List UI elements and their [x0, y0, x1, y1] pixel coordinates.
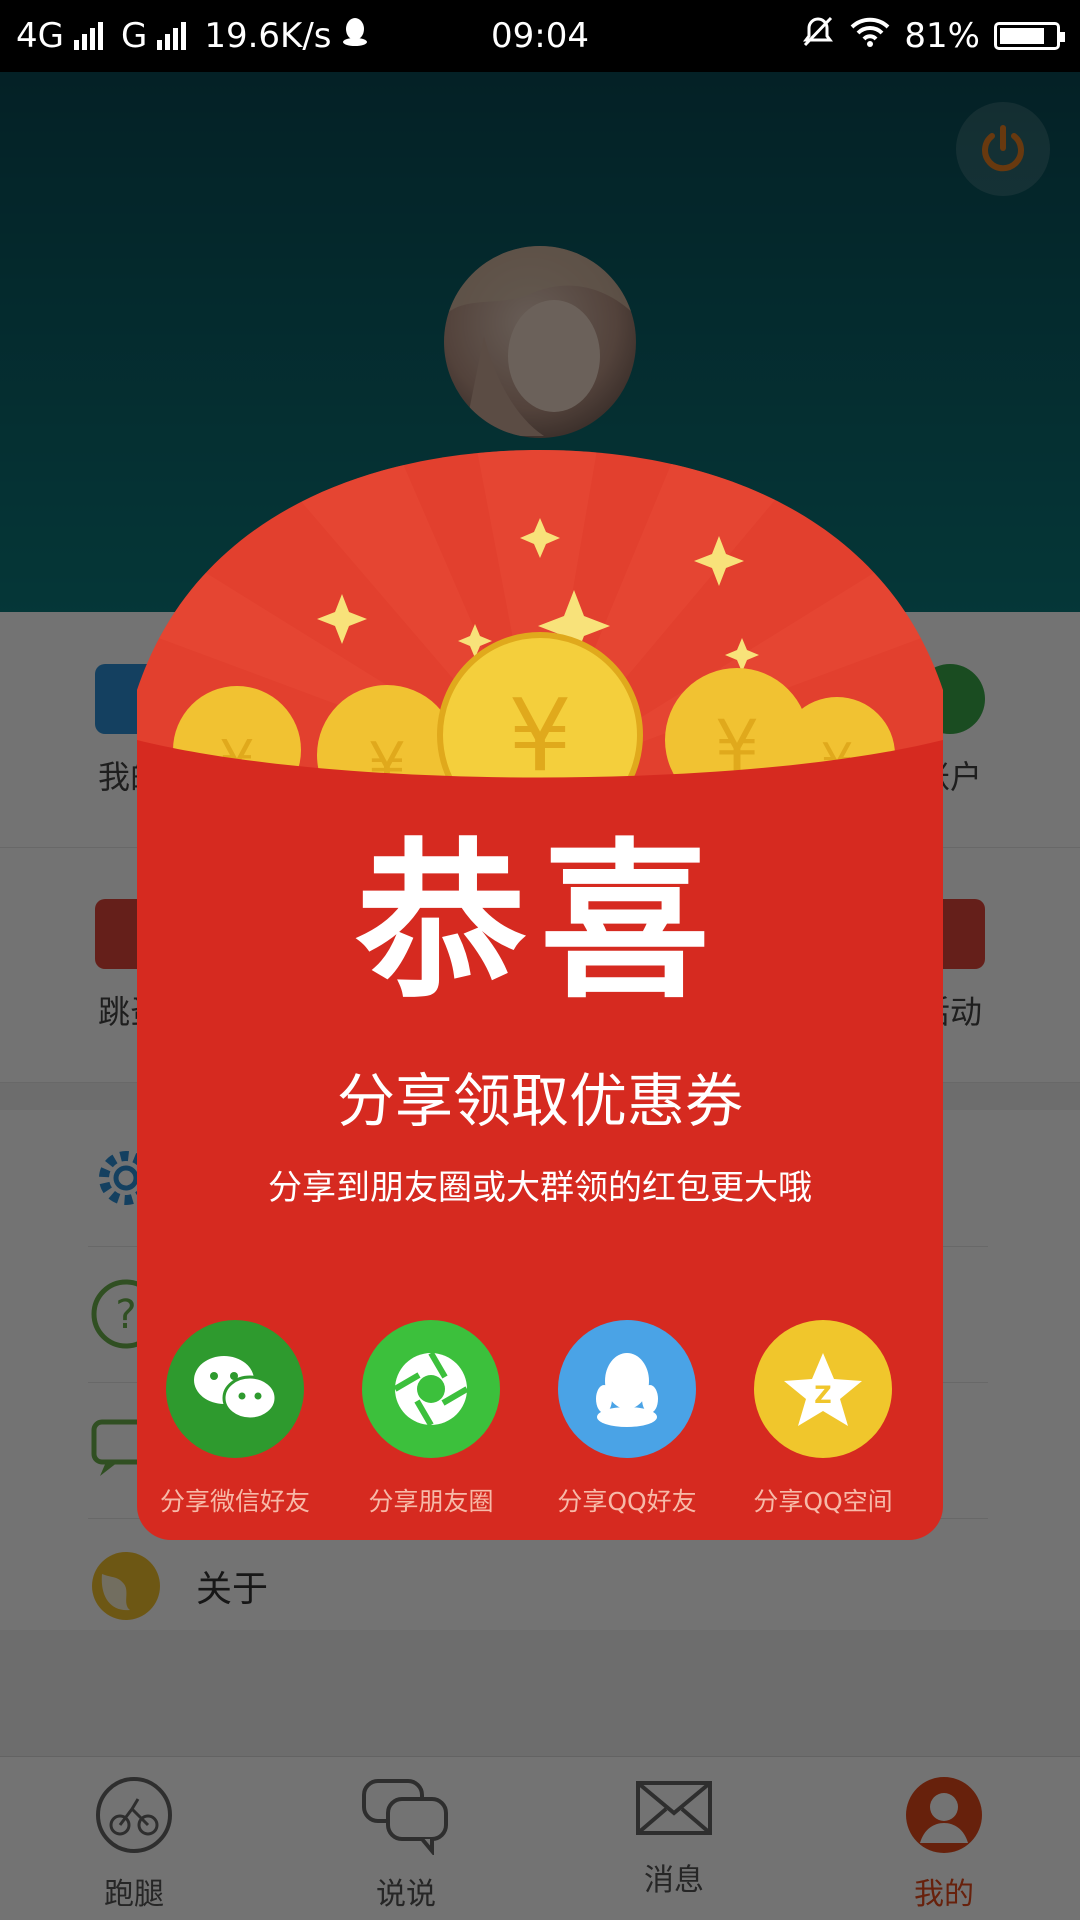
congrats-title: 恭喜 — [355, 824, 724, 1022]
qq-icon — [558, 1320, 696, 1458]
share-qzone-button[interactable]: Z 分享QQ空间 — [725, 1320, 921, 1518]
popup-description: 分享到朋友圈或大群领的红包更大哦 — [268, 1168, 812, 1208]
moments-icon — [362, 1320, 500, 1458]
share-label: 分享QQ好友 — [557, 1487, 697, 1516]
svg-text:¥: ¥ — [508, 677, 572, 794]
battery-icon — [994, 22, 1065, 50]
share-label: 分享QQ空间 — [753, 1487, 893, 1516]
battery-percent: 81% — [904, 16, 980, 56]
share-label: 分享微信好友 — [159, 1487, 310, 1516]
wifi-icon — [850, 16, 890, 57]
red-envelope-popup: ¥ ¥ ¥ ¥ ¥ 恭喜 分享领取优惠券 分享到朋友圈或大群领的红包更大哦 分享… — [137, 450, 943, 1540]
status-bar: 4G G 19.6K/s 09:04 81% — [0, 0, 1080, 72]
svg-text:Z: Z — [814, 1381, 831, 1409]
coins-burst-illustration: ¥ ¥ ¥ ¥ ¥ — [137, 450, 943, 810]
share-qq-button[interactable]: 分享QQ好友 — [529, 1320, 725, 1518]
qzone-icon: Z — [754, 1320, 892, 1458]
share-wechat-button[interactable]: 分享微信好友 — [137, 1320, 333, 1518]
wechat-icon — [166, 1320, 304, 1458]
popup-subtitle: 分享领取优惠券 — [336, 1067, 743, 1135]
share-label: 分享朋友圈 — [368, 1487, 494, 1516]
silent-icon — [800, 14, 836, 59]
share-moments-button[interactable]: 分享朋友圈 — [333, 1320, 529, 1518]
